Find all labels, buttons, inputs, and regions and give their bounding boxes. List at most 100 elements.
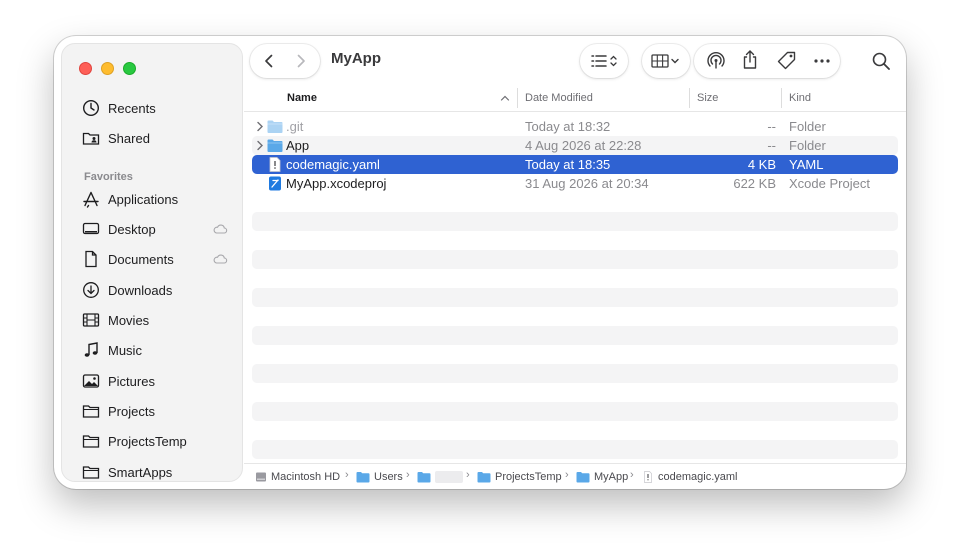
sidebar-item-downloads[interactable]: Downloads: [72, 277, 234, 303]
desktop-icon: [80, 218, 102, 240]
file-size: --: [767, 138, 776, 153]
sidebar-item-label: Recents: [108, 100, 156, 116]
icloud-icon: [213, 224, 228, 234]
header-divider: [244, 111, 906, 112]
airdrop-button[interactable]: [705, 50, 727, 72]
sidebar-item-recents[interactable]: Recents: [72, 95, 234, 121]
empty-row: [252, 402, 898, 421]
column-header-kind[interactable]: Kind: [789, 88, 811, 108]
empty-row: [252, 212, 898, 231]
path-item-home-folder[interactable]: [417, 470, 463, 484]
path-item-users[interactable]: Users: [356, 470, 403, 484]
clock-icon: [80, 97, 102, 119]
search-button[interactable]: [870, 50, 892, 72]
file-kind: YAML: [789, 157, 824, 172]
airdrop-icon: [707, 52, 725, 69]
empty-row: [252, 364, 898, 383]
ellipsis-icon: [814, 59, 830, 63]
path-item-codemagic-yaml[interactable]: codemagic.yaml: [642, 470, 737, 484]
film-icon: [80, 309, 102, 331]
sidebar-item-smartapps[interactable]: SmartApps: [72, 459, 234, 485]
minimize-window-button[interactable]: [101, 62, 114, 75]
back-button[interactable]: [260, 52, 278, 70]
document-icon: [80, 248, 102, 270]
applications-icon: [80, 188, 102, 210]
sort-ascending-icon: [500, 95, 510, 101]
disclosure-chevron-icon[interactable]: [255, 120, 265, 133]
more-actions-button[interactable]: [811, 50, 833, 72]
folder-icon: [477, 472, 491, 483]
file-row-codemagic-yaml[interactable]: codemagic.yaml Today at 18:35 4 KB YAML: [252, 155, 898, 174]
column-divider[interactable]: [781, 88, 782, 108]
sidebar-item-label: Shared: [108, 130, 150, 146]
path-separator-icon: ›: [630, 469, 634, 481]
group-button[interactable]: [642, 44, 690, 78]
sidebar-item-music[interactable]: Music: [72, 337, 234, 363]
sidebar-item-pictures[interactable]: Pictures: [72, 368, 234, 394]
xcodeproj-icon: [269, 176, 281, 191]
file-date: Today at 18:32: [525, 119, 611, 134]
path-separator-icon: ›: [406, 469, 410, 481]
file-size: 622 KB: [733, 176, 776, 191]
file-kind: Folder: [789, 138, 826, 153]
sidebar-item-label: Movies: [108, 312, 150, 328]
zoom-window-button[interactable]: [123, 62, 136, 75]
sidebar-item-shared[interactable]: Shared: [72, 125, 234, 151]
forward-button[interactable]: [292, 52, 310, 70]
chevron-left-icon: [265, 54, 273, 68]
column-divider[interactable]: [689, 88, 690, 108]
path-item-myapp[interactable]: MyApp: [576, 470, 628, 484]
favorites-heading: Favorites: [84, 171, 133, 183]
empty-row: [252, 440, 898, 459]
sidebar-item-applications[interactable]: Applications: [72, 186, 234, 212]
view-mode-button[interactable]: [580, 44, 628, 78]
file-date: 4 Aug 2026 at 22:28: [525, 138, 642, 153]
file-row-myapp-xcodeproj[interactable]: MyApp.xcodeproj 31 Aug 2026 at 20:34 622…: [252, 174, 898, 193]
column-divider[interactable]: [517, 88, 518, 108]
home-folder-icon: [417, 472, 431, 483]
file-row-git[interactable]: .git Today at 18:32 -- Folder: [252, 117, 898, 136]
sidebar-item-movies[interactable]: Movies: [72, 307, 234, 333]
sidebar-item-documents[interactable]: Documents: [72, 246, 234, 272]
yaml-file-icon: [644, 471, 652, 483]
sidebar-item-label: Desktop: [108, 221, 156, 237]
file-name: MyApp.xcodeproj: [286, 176, 387, 191]
navigation-buttons: [250, 44, 320, 78]
file-size: 4 KB: [747, 157, 776, 172]
column-header-date[interactable]: Date Modified: [525, 88, 593, 108]
sidebar-item-desktop[interactable]: Desktop: [72, 216, 234, 242]
hard-drive-icon: [256, 472, 266, 482]
sidebar-item-label: SmartApps: [108, 464, 173, 480]
folder-icon: [576, 472, 590, 483]
music-note-icon: [80, 339, 102, 361]
close-window-button[interactable]: [79, 62, 92, 75]
disclosure-chevron-icon[interactable]: [255, 139, 265, 152]
redacted-username: [435, 471, 463, 483]
path-bar: Macintosh HD › Users › › ProjectsTemp › …: [244, 463, 906, 489]
sidebar-item-projects[interactable]: Projects: [72, 398, 234, 424]
file-kind: Folder: [789, 119, 826, 134]
share-button[interactable]: [739, 49, 761, 71]
tag-button[interactable]: [776, 50, 798, 72]
path-item-macintosh-hd[interactable]: Macintosh HD: [255, 470, 340, 484]
file-row-app[interactable]: App 4 Aug 2026 at 22:28 -- Folder: [252, 136, 898, 155]
file-size: --: [767, 119, 776, 134]
grid-icon: [651, 54, 679, 68]
file-name: codemagic.yaml: [286, 157, 380, 172]
download-icon: [80, 279, 102, 301]
folder-icon: [356, 472, 370, 483]
folder-icon: [80, 430, 102, 452]
folder-icon: [267, 139, 283, 152]
tag-icon: [777, 51, 796, 70]
file-name: .git: [286, 119, 304, 134]
sidebar-item-label: Downloads: [108, 282, 173, 298]
column-header-name[interactable]: Name: [287, 88, 317, 108]
path-separator-icon: ›: [565, 469, 569, 481]
sidebar: Recents Shared Favorites Applications De…: [61, 43, 243, 482]
yaml-file-icon: [269, 157, 281, 172]
sidebar-item-projectstemp[interactable]: ProjectsTemp: [72, 428, 234, 454]
file-date: Today at 18:35: [525, 157, 611, 172]
empty-row: [252, 250, 898, 269]
column-header-size[interactable]: Size: [697, 88, 718, 108]
path-item-projectstemp[interactable]: ProjectsTemp: [477, 470, 562, 484]
